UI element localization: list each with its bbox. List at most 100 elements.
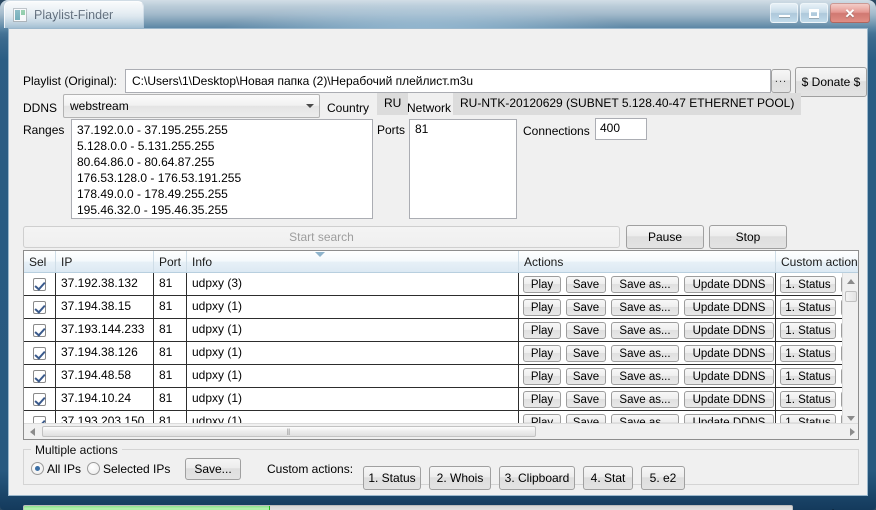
- close-button[interactable]: ✕: [830, 3, 870, 23]
- radio-selected-ips[interactable]: [87, 462, 100, 475]
- checkbox-checked-icon[interactable]: [33, 346, 46, 360]
- maximize-button[interactable]: [800, 3, 828, 23]
- column-header-port[interactable]: Port: [154, 251, 187, 272]
- stop-button[interactable]: Stop: [709, 225, 787, 249]
- grid-vertical-scrollbar[interactable]: [842, 273, 858, 426]
- row-actions-cell: Play Save Save as... Update DDNS: [519, 273, 776, 295]
- row-custom-1-button[interactable]: 1. Status: [780, 322, 836, 339]
- custom-action-4-button[interactable]: 4. Stat: [583, 466, 633, 490]
- play-button[interactable]: Play: [523, 368, 561, 385]
- row-custom-1-button[interactable]: 1. Status: [780, 368, 836, 385]
- save-as-button[interactable]: Save as...: [611, 299, 679, 316]
- table-row[interactable]: 37.193.144.233 81 udpxy (1) Play Save Save as…: [24, 319, 858, 342]
- chevron-down-icon: [301, 104, 319, 108]
- custom-action-2-button[interactable]: 2. Whois: [429, 466, 491, 490]
- search-progress-bar: [23, 505, 793, 510]
- play-button[interactable]: Play: [523, 322, 561, 339]
- column-header-sel[interactable]: Sel: [24, 251, 56, 272]
- checkbox-checked-icon[interactable]: [33, 392, 46, 406]
- row-select-cell[interactable]: [24, 319, 56, 341]
- range-line: 176.53.128.0 - 176.53.191.255: [77, 171, 242, 185]
- checkbox-checked-icon[interactable]: [33, 300, 46, 314]
- table-row[interactable]: 37.194.38.126 81 udpxy (1) Play Save Save as.…: [24, 342, 858, 365]
- ddns-select[interactable]: webstream: [63, 94, 320, 118]
- row-select-cell[interactable]: [24, 342, 56, 364]
- checkbox-checked-icon[interactable]: [33, 369, 46, 383]
- row-select-cell[interactable]: [24, 273, 56, 295]
- column-header-ip[interactable]: IP: [56, 251, 154, 272]
- radio-all-ips-label[interactable]: All IPs: [47, 462, 81, 476]
- grid-body[interactable]: 37.192.38.132 81 udpxy (3) Play Save Save as.…: [24, 273, 858, 426]
- update-ddns-button[interactable]: Update DDNS: [684, 299, 774, 316]
- save-as-button[interactable]: Save as...: [611, 391, 679, 408]
- row-actions-cell: Play Save Save as... Update DDNS: [519, 296, 776, 318]
- play-button[interactable]: Play: [523, 299, 561, 316]
- save-as-button[interactable]: Save as...: [611, 345, 679, 362]
- pause-button[interactable]: Pause: [626, 225, 704, 249]
- row-select-cell[interactable]: [24, 388, 56, 410]
- table-row[interactable]: 37.192.38.132 81 udpxy (3) Play Save Save as.…: [24, 273, 858, 296]
- save-button[interactable]: Save: [566, 391, 606, 408]
- custom-action-3-button[interactable]: 3. Clipboard: [499, 466, 575, 490]
- save-button[interactable]: Save: [566, 368, 606, 385]
- scroll-right-icon[interactable]: [844, 424, 858, 439]
- connections-label: Connections: [523, 124, 590, 138]
- save-as-button[interactable]: Save as...: [611, 368, 679, 385]
- table-row[interactable]: 37.194.10.24 81 udpxy (1) Play Save Save as..…: [24, 388, 858, 411]
- custom-action-1-button[interactable]: 1. Status: [363, 466, 421, 490]
- save-button[interactable]: Save: [566, 276, 606, 293]
- radio-all-ips[interactable]: [31, 462, 44, 475]
- horizontal-scroll-thumb[interactable]: ‖: [42, 426, 536, 437]
- connections-input[interactable]: 400: [595, 118, 647, 140]
- scroll-up-icon[interactable]: [843, 273, 858, 289]
- ddns-label: DDNS: [23, 101, 58, 115]
- scroll-left-icon[interactable]: [24, 424, 40, 439]
- column-header-custom-actions[interactable]: Custom actions: [776, 251, 858, 272]
- radio-selected-ips-label[interactable]: Selected IPs: [103, 462, 170, 476]
- update-ddns-button[interactable]: Update DDNS: [684, 322, 774, 339]
- play-button[interactable]: Play: [523, 345, 561, 362]
- multi-save-button[interactable]: Save...: [185, 458, 241, 480]
- row-info-cell: udpxy (1): [187, 365, 519, 387]
- play-button[interactable]: Play: [523, 391, 561, 408]
- window-title: Playlist-Finder: [34, 8, 114, 22]
- update-ddns-button[interactable]: Update DDNS: [684, 391, 774, 408]
- browse-button[interactable]: ...: [771, 69, 791, 93]
- row-custom-1-button[interactable]: 1. Status: [780, 391, 836, 408]
- save-as-button[interactable]: Save as...: [611, 322, 679, 339]
- ports-textarea[interactable]: 81: [409, 119, 517, 219]
- save-as-button[interactable]: Save as...: [611, 276, 679, 293]
- playlist-path-input[interactable]: C:\Users\1\Desktop\Новая папка (2)\Нераб…: [125, 69, 771, 93]
- save-button[interactable]: Save: [566, 322, 606, 339]
- row-ip-cell: 37.194.10.24: [56, 388, 154, 410]
- grid-horizontal-scrollbar[interactable]: ‖: [24, 423, 858, 439]
- start-search-button[interactable]: Start search: [23, 226, 620, 248]
- row-select-cell[interactable]: [24, 365, 56, 387]
- play-button[interactable]: Play: [523, 276, 561, 293]
- row-info-cell: udpxy (1): [187, 319, 519, 341]
- row-custom-1-button[interactable]: 1. Status: [780, 345, 836, 362]
- title-bar[interactable]: Playlist-Finder ✕: [0, 0, 876, 28]
- row-ip-cell: 37.194.38.126: [56, 342, 154, 364]
- minimize-button[interactable]: [770, 3, 798, 23]
- save-button[interactable]: Save: [566, 345, 606, 362]
- save-button[interactable]: Save: [566, 299, 606, 316]
- ranges-textarea[interactable]: 37.192.0.0 - 37.195.255.255 5.128.0.0 - 5…: [71, 119, 373, 219]
- app-logo-icon: [13, 8, 27, 22]
- column-header-info[interactable]: Info: [187, 251, 519, 272]
- column-header-actions[interactable]: Actions: [519, 251, 776, 272]
- vertical-scroll-thumb[interactable]: [845, 291, 857, 302]
- window-title-tab: Playlist-Finder: [4, 1, 145, 28]
- checkbox-checked-icon[interactable]: [33, 323, 46, 337]
- update-ddns-button[interactable]: Update DDNS: [684, 276, 774, 293]
- checkbox-checked-icon[interactable]: [33, 277, 46, 291]
- update-ddns-button[interactable]: Update DDNS: [684, 345, 774, 362]
- donate-button[interactable]: $ Donate $: [795, 67, 867, 97]
- row-custom-1-button[interactable]: 1. Status: [780, 299, 836, 316]
- custom-action-5-button[interactable]: 5. e2: [641, 466, 685, 490]
- row-select-cell[interactable]: [24, 296, 56, 318]
- table-row[interactable]: 37.194.38.15 81 udpxy (1) Play Save Save as..…: [24, 296, 858, 319]
- row-custom-1-button[interactable]: 1. Status: [780, 276, 836, 293]
- table-row[interactable]: 37.194.48.58 81 udpxy (1) Play Save Save as..…: [24, 365, 858, 388]
- update-ddns-button[interactable]: Update DDNS: [684, 368, 774, 385]
